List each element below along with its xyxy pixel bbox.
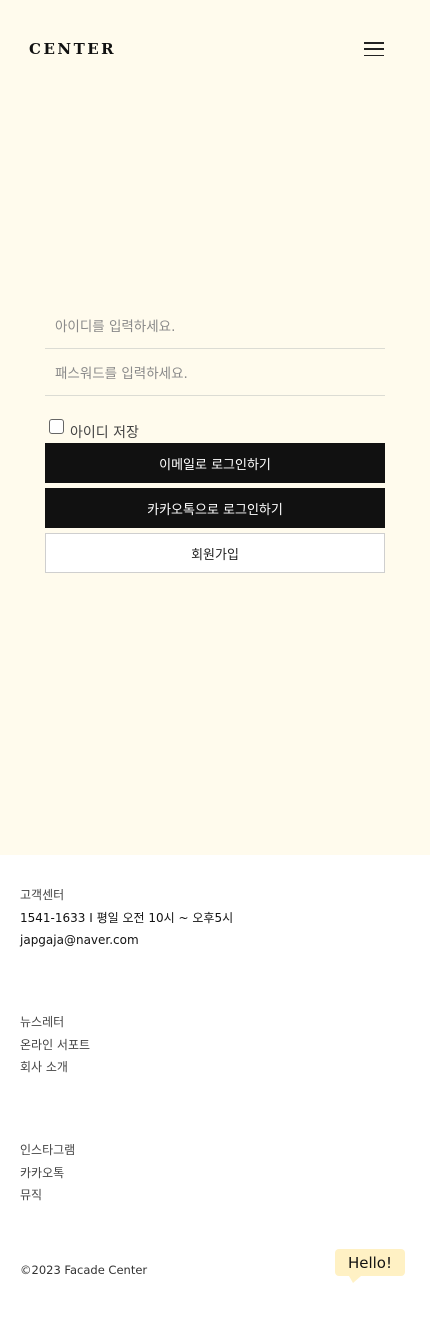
customer-center-title: 고객센터 [20, 888, 65, 902]
hamburger-menu-icon[interactable] [364, 40, 386, 58]
copyright: ©2023 Facade Center [20, 1263, 148, 1277]
id-input[interactable] [45, 305, 385, 349]
company-intro-link[interactable]: 회사 소개 [20, 1056, 90, 1079]
remember-id-label: 아이디 저장 [70, 425, 139, 441]
kakao-login-button[interactable]: 카카오톡으로 로그인하기 [45, 488, 385, 528]
menu-line [364, 42, 384, 44]
kakaotalk-link[interactable]: 카카오톡 [20, 1162, 75, 1185]
email-login-button[interactable]: 이메일로 로그인하기 [45, 443, 385, 483]
hello-chat-bubble[interactable]: Hello! [335, 1249, 405, 1283]
customer-center-hours: 1541-1633 I 평일 오전 10시 ~ 오후5시 [20, 911, 234, 925]
music-link[interactable]: 뮤직 [20, 1184, 75, 1207]
footer-links-social: 인스타그램 카카오톡 뮤직 [20, 1139, 75, 1207]
remember-id[interactable]: 아이디 저장 [49, 408, 139, 441]
footer: 고객센터 1541-1633 I 평일 오전 10시 ~ 오후5시 japgaj… [0, 855, 430, 1331]
site-logo[interactable]: CENTER [29, 40, 116, 58]
signup-button[interactable]: 회원가입 [45, 533, 385, 573]
customer-center-email[interactable]: japgaja@naver.com [20, 929, 139, 951]
instagram-link[interactable]: 인스타그램 [20, 1139, 75, 1162]
page: CENTER 아이디 저장 이메일로 로그인하기 카카오톡으로 로그인하기 회원… [0, 0, 430, 1331]
online-support-link[interactable]: 온라인 서포트 [20, 1034, 90, 1057]
menu-line [364, 48, 384, 50]
password-input[interactable] [45, 352, 385, 396]
remember-id-checkbox[interactable] [49, 419, 64, 434]
login-section: CENTER 아이디 저장 이메일로 로그인하기 카카오톡으로 로그인하기 회원… [0, 0, 430, 855]
menu-line [364, 54, 384, 56]
footer-links-company: 뉴스레터 온라인 서포트 회사 소개 [20, 1011, 90, 1079]
newsletter-link[interactable]: 뉴스레터 [20, 1011, 90, 1034]
